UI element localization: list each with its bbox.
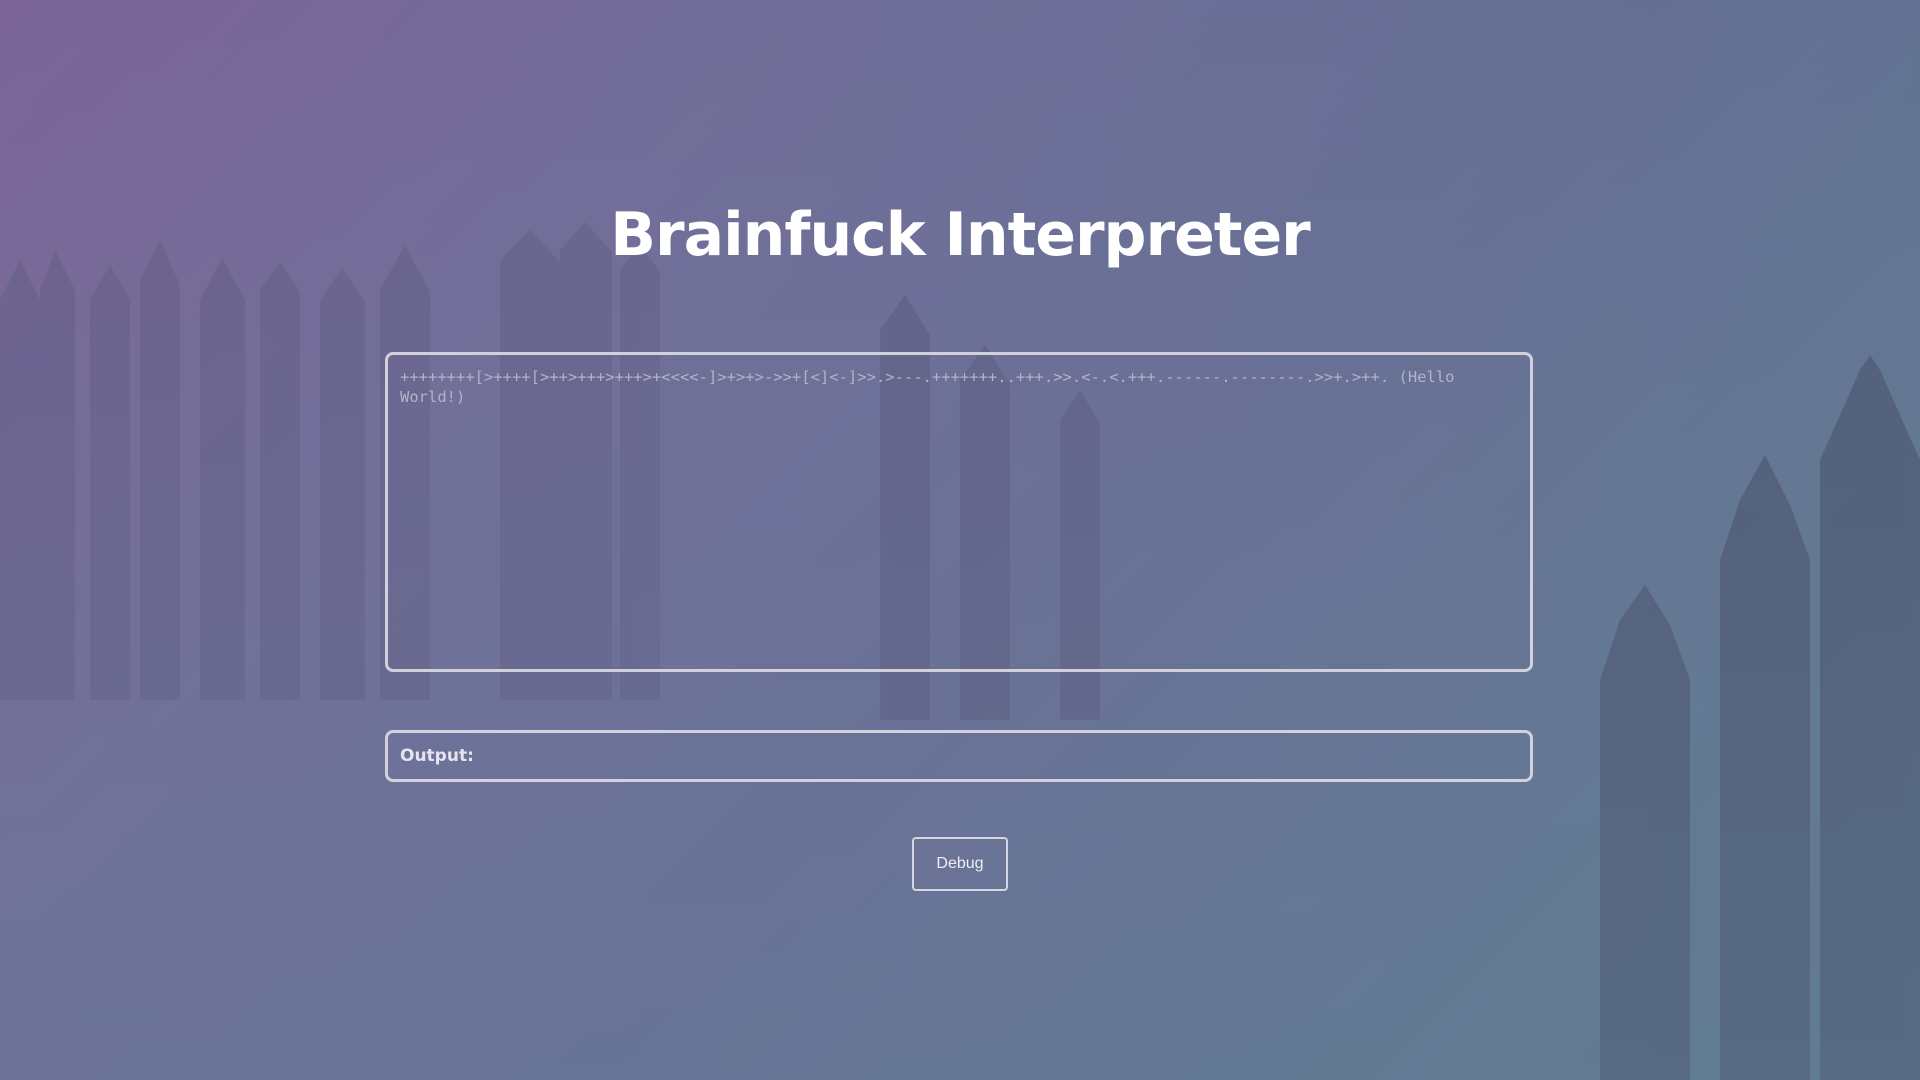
output-label: Output: [400, 746, 474, 766]
debug-button[interactable]: Debug [912, 837, 1008, 891]
page-title: Brainfuck Interpreter [610, 200, 1310, 270]
code-editor[interactable]: ++++++++[>++++[>++>+++>+++>+<<<<-]>+>+>-… [385, 352, 1533, 672]
output-panel: Output: [385, 730, 1533, 782]
code-placeholder[interactable]: ++++++++[>++++[>++>+++>+++>+<<<<-]>+>+>-… [400, 367, 1460, 407]
